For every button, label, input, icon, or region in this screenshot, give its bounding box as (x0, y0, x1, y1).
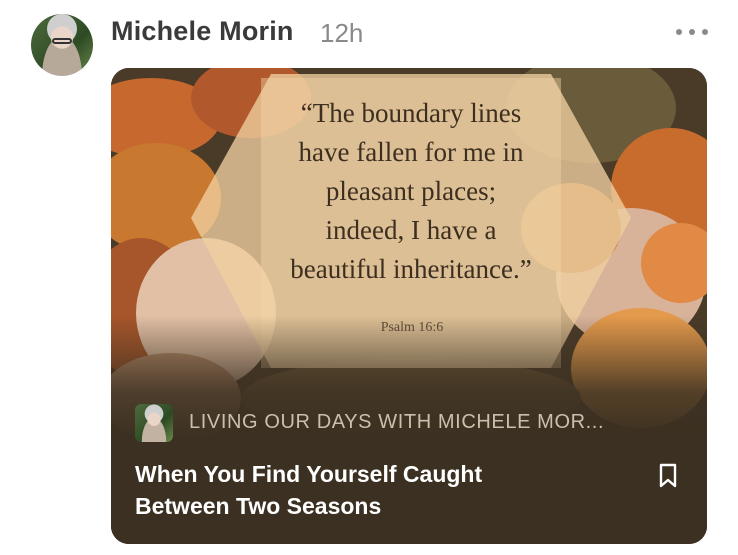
quote-text: “The boundary lines have fallen for me i… (251, 94, 571, 289)
quote-line: indeed, I have a (325, 215, 497, 245)
author-name[interactable]: Michele Morin (111, 16, 294, 47)
more-options-button[interactable] (672, 20, 712, 44)
bookmark-icon (659, 463, 677, 488)
more-horizontal-icon (676, 29, 682, 35)
avatar-glasses (52, 38, 72, 44)
post-card[interactable]: “The boundary lines have fallen for me i… (111, 68, 707, 544)
quote-line: beautiful inheritance.” (290, 254, 532, 284)
publication-name[interactable]: LIVING OUR DAYS WITH MICHELE MOR... (189, 411, 604, 434)
post-title[interactable]: When You Find Yourself Caught Between Tw… (135, 458, 565, 522)
author-avatar[interactable] (31, 14, 93, 76)
bookmark-button[interactable] (657, 463, 679, 489)
quote-line: “The boundary lines (300, 98, 522, 128)
post-timestamp: 12h (320, 18, 364, 48)
quote-reference: Psalm 16:6 (380, 320, 444, 335)
quote-line: have fallen for me in (298, 137, 524, 167)
quote-line: pleasant places; (325, 176, 497, 206)
publication-avatar[interactable] (135, 404, 173, 442)
